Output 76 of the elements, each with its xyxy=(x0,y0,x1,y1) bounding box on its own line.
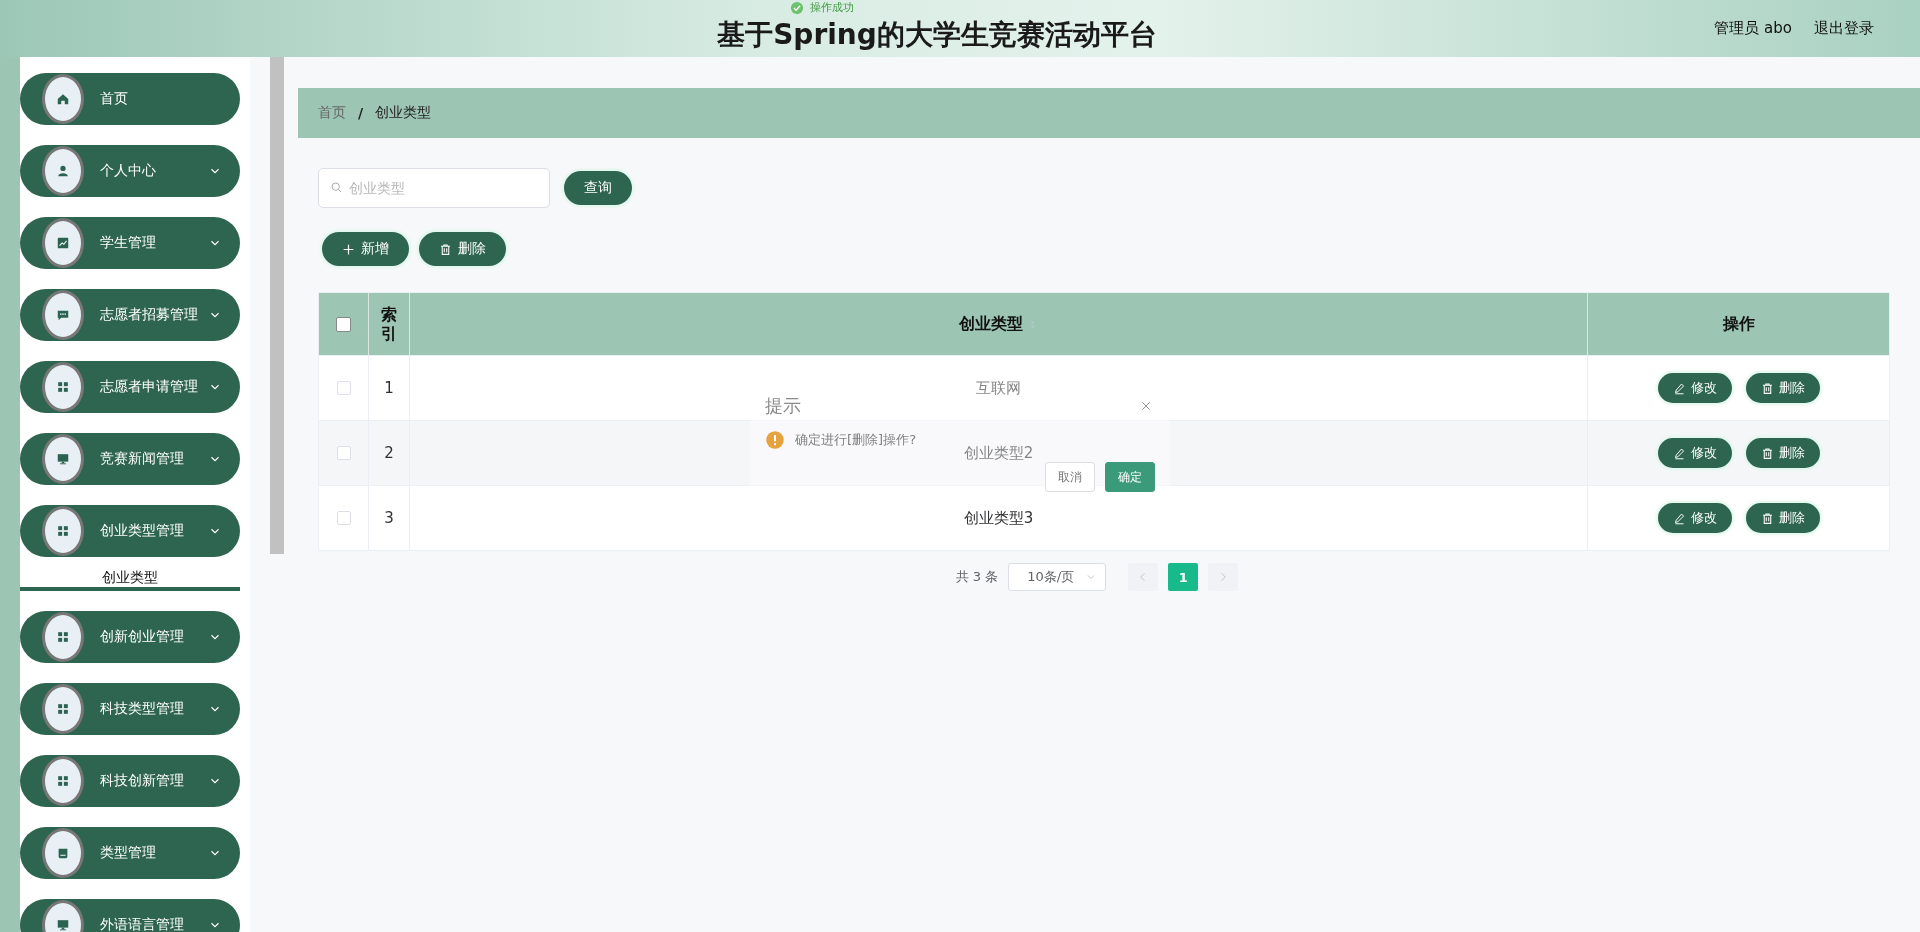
menu-item[interactable]: 类型管理 xyxy=(20,827,240,879)
delete-button[interactable]: 删除 xyxy=(1745,503,1820,533)
trash-icon xyxy=(1760,381,1774,395)
pencil-icon xyxy=(1672,381,1686,395)
menu-item[interactable]: 竞赛新闻管理 xyxy=(20,433,240,485)
trash-icon xyxy=(1760,446,1774,460)
pencil-icon xyxy=(1672,446,1686,460)
menu-item[interactable]: 外语语言管理 xyxy=(20,899,240,932)
user-icon xyxy=(56,164,70,178)
row-checkbox[interactable] xyxy=(336,446,351,460)
row-checkbox[interactable] xyxy=(336,381,351,395)
search-icon xyxy=(330,181,343,194)
edit-button[interactable]: 修改 xyxy=(1657,438,1732,468)
menu-item[interactable]: 科技创新管理 xyxy=(20,755,240,807)
table-cell: 3 xyxy=(384,509,394,527)
add-button[interactable]: 新增 xyxy=(322,232,409,266)
table-cell: 互联网 xyxy=(976,378,1021,398)
submenu-item[interactable]: 创业类型 xyxy=(20,569,240,591)
plus-icon xyxy=(342,242,355,256)
warning-icon xyxy=(765,430,785,450)
edit-button[interactable]: 修改 xyxy=(1657,373,1732,403)
menu-item[interactable]: 志愿者招募管理 xyxy=(20,289,240,341)
table-cell: 1 xyxy=(384,379,394,397)
column-header: 创业类型 xyxy=(959,313,1023,335)
grid-icon xyxy=(56,524,70,538)
monitor-icon xyxy=(56,918,70,932)
row-checkbox[interactable] xyxy=(336,511,351,525)
delete-button[interactable]: 删除 xyxy=(419,232,506,266)
user-name: 管理员 abo xyxy=(1714,19,1792,38)
pencil-icon xyxy=(1672,511,1686,525)
grid-icon xyxy=(56,702,70,716)
confirm-button[interactable]: 确定 xyxy=(1105,462,1155,492)
menu-item[interactable]: 科技类型管理 xyxy=(20,683,240,735)
menu-item[interactable]: 创业类型管理 xyxy=(20,505,240,557)
trash-icon xyxy=(439,242,452,256)
next-page-button[interactable] xyxy=(1208,563,1239,591)
toast-text: 操作成功 xyxy=(810,2,854,14)
edit-button[interactable]: 修改 xyxy=(1657,503,1732,533)
close-icon[interactable] xyxy=(1140,400,1152,412)
menu-item[interactable]: 志愿者申请管理 xyxy=(20,361,240,413)
column-header: 操作 xyxy=(1722,313,1755,335)
grid-icon xyxy=(56,380,70,394)
chart-icon xyxy=(56,236,70,250)
cancel-button[interactable]: 取消 xyxy=(1045,462,1095,492)
page-title: 基于Spring的大学生竞赛活动平台 xyxy=(717,20,1157,49)
page-size-select[interactable]: 10条/页 xyxy=(1008,563,1107,591)
grid-icon xyxy=(56,630,70,644)
page-size-text: 10条/页 xyxy=(1027,568,1075,586)
delete-button[interactable]: 删除 xyxy=(1745,438,1820,468)
breadcrumb-separator: / xyxy=(358,105,364,121)
delete-button[interactable]: 删除 xyxy=(1745,373,1820,403)
prev-page-button[interactable] xyxy=(1128,563,1159,591)
menu-item[interactable]: 学生管理 xyxy=(20,217,240,269)
menu-item[interactable]: 创新创业管理 xyxy=(20,611,240,663)
menu-item[interactable]: 首页 xyxy=(20,73,240,125)
table-cell: 创业类型3 xyxy=(963,508,1034,528)
home-icon xyxy=(56,92,70,106)
scrollbar[interactable] xyxy=(270,57,284,554)
search-button[interactable]: 查询 xyxy=(564,171,632,205)
tray-icon xyxy=(56,846,70,860)
dialog-title: 提示 xyxy=(765,394,801,418)
select-all-checkbox[interactable] xyxy=(336,316,351,332)
total-count: 共 3 条 xyxy=(955,568,999,586)
dialog-message: 确定进行[删除]操作? xyxy=(795,431,917,449)
chat-icon xyxy=(56,308,70,322)
breadcrumb-link[interactable]: 创业类型 xyxy=(375,104,432,122)
table-cell: 创业类型2 xyxy=(963,443,1034,463)
trash-icon xyxy=(1760,511,1774,525)
logout-link[interactable]: 退出登录 xyxy=(1814,19,1874,38)
table-cell: 2 xyxy=(384,444,394,462)
menu-item[interactable]: 个人中心 xyxy=(20,145,240,197)
column-header: 索引 xyxy=(381,304,397,344)
monitor-icon xyxy=(56,452,70,466)
check-icon xyxy=(790,1,804,15)
grid-icon xyxy=(56,774,70,788)
search-field[interactable]: 创业类型 xyxy=(318,168,550,208)
